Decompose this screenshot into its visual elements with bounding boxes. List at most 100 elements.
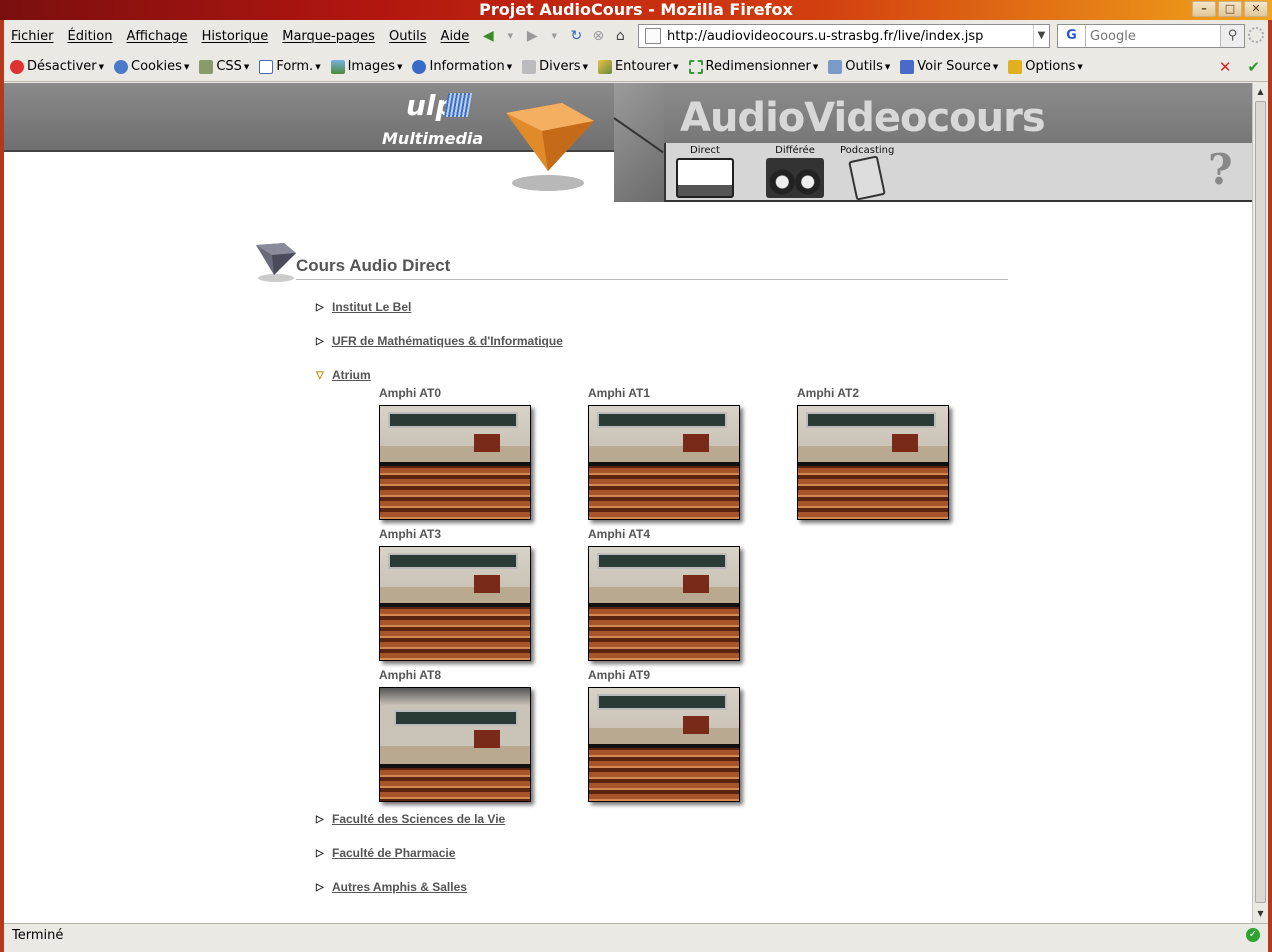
tb-images[interactable]: Images ▼ xyxy=(330,59,402,74)
home-icon[interactable]: ⌂ xyxy=(610,26,630,46)
link-pharmacie[interactable]: Faculté de Pharmacie xyxy=(332,846,455,860)
search-input[interactable] xyxy=(1086,28,1206,44)
tb-information-label: Information xyxy=(429,59,505,74)
status-ok-icon: ✓ xyxy=(1246,928,1260,942)
link-sciences-vie[interactable]: Faculté des Sciences de la Vie xyxy=(332,812,505,826)
tb-entourer[interactable]: Entourer ▼ xyxy=(597,59,679,74)
url-text[interactable]: http://audiovideocours.u-strasbg.fr/live… xyxy=(667,29,983,44)
menu-historique[interactable]: Historique xyxy=(195,29,276,44)
tb-css-label: CSS xyxy=(216,59,242,74)
search-box[interactable]: G ⚲ xyxy=(1057,24,1245,48)
nav-direct[interactable]: Direct xyxy=(676,145,734,198)
tb-divers[interactable]: Divers ▼ xyxy=(522,59,588,74)
collapsed-triangle-icon: ▷ xyxy=(316,335,324,347)
entry-atrium[interactable]: ▽ Atrium xyxy=(316,368,371,382)
camera-thumbnail[interactable] xyxy=(588,546,740,661)
tb-forms[interactable]: Form. ▼ xyxy=(259,59,321,74)
amphi-at0[interactable]: Amphi AT0 xyxy=(379,386,531,520)
status-bar: Terminé ✓ xyxy=(4,923,1268,948)
logo-square-icon xyxy=(443,93,473,117)
tb-forms-label: Form. xyxy=(276,59,314,74)
google-engine-icon[interactable]: G xyxy=(1058,25,1086,47)
forward-history-caret-icon[interactable]: ▼ xyxy=(544,26,564,46)
entry-sciences-vie[interactable]: ▷ Faculté des Sciences de la Vie xyxy=(316,812,505,826)
tb-cookies[interactable]: Cookies ▼ xyxy=(114,59,189,74)
entry-autres-amphis[interactable]: ▷ Autres Amphis & Salles xyxy=(316,880,467,894)
forward-arrow-icon[interactable]: ▶ xyxy=(522,26,542,46)
amphi-at2[interactable]: Amphi AT2 xyxy=(797,386,949,520)
tb-voir-source[interactable]: Voir Source ▼ xyxy=(900,59,998,74)
scrollbar-thumb[interactable] xyxy=(1255,101,1266,903)
amphi-at4[interactable]: Amphi AT4 xyxy=(588,527,740,661)
close-window-button[interactable]: ✕ xyxy=(1244,1,1268,17)
tools-wrench-icon xyxy=(828,59,843,74)
error-close-icon[interactable]: ✕ xyxy=(1219,58,1232,76)
entry-pharmacie[interactable]: ▷ Faculté de Pharmacie xyxy=(316,846,455,860)
scroll-down-icon[interactable]: ▼ xyxy=(1254,907,1267,921)
tb-redimensionner[interactable]: Redimensionner ▼ xyxy=(688,59,818,74)
nav-differee[interactable]: Différée xyxy=(766,145,824,198)
webdeveloper-toolbar: Désactiver ▼ Cookies ▼ CSS ▼ Form. ▼ Images ▼… xyxy=(4,52,1268,82)
maximize-button[interactable]: □ xyxy=(1218,1,1242,17)
menu-affichage[interactable]: Affichage xyxy=(119,29,194,44)
entry-ufr-maths[interactable]: ▷ UFR de Mathématiques & d'Informatique xyxy=(316,334,563,348)
amphi-label: Amphi AT2 xyxy=(797,386,859,400)
link-atrium[interactable]: Atrium xyxy=(332,368,371,382)
url-bar[interactable]: http://audiovideocours.u-strasbg.fr/live… xyxy=(638,24,1050,48)
orange-pyramid-icon xyxy=(506,103,594,191)
nav-direct-label: Direct xyxy=(690,145,720,156)
form-icon xyxy=(259,59,274,74)
amphi-at9[interactable]: Amphi AT9 xyxy=(588,668,740,802)
menu-outils[interactable]: Outils xyxy=(382,29,434,44)
tb-images-label: Images xyxy=(347,59,396,74)
back-history-caret-icon[interactable]: ▼ xyxy=(500,26,520,46)
camera-thumbnail[interactable] xyxy=(588,405,740,520)
help-icon[interactable]: ? xyxy=(1208,145,1233,194)
options-key-icon xyxy=(1008,59,1023,74)
url-dropdown-icon[interactable]: ▼ xyxy=(1033,25,1049,47)
ulp-multimedia-logo[interactable]: ulp Multimedia xyxy=(376,89,483,149)
tb-outils[interactable]: Outils ▼ xyxy=(828,59,890,74)
expanded-triangle-icon: ▽ xyxy=(316,369,324,381)
link-ufr-maths[interactable]: UFR de Mathématiques & d'Informatique xyxy=(332,334,563,348)
entry-institut-le-bel[interactable]: ▷ Institut Le Bel xyxy=(316,300,411,314)
tb-desactiver-label: Désactiver xyxy=(27,59,97,74)
link-autres-amphis[interactable]: Autres Amphis & Salles xyxy=(332,880,467,894)
amphi-at3[interactable]: Amphi AT3 xyxy=(379,527,531,661)
camera-thumbnail[interactable] xyxy=(379,546,531,661)
tape-reels-icon xyxy=(766,158,824,198)
view-source-icon xyxy=(900,59,915,74)
menu-fichier[interactable]: Fichier xyxy=(4,29,61,44)
camera-thumbnail[interactable] xyxy=(588,687,740,802)
camera-thumbnail[interactable] xyxy=(797,405,949,520)
tb-css[interactable]: CSS ▼ xyxy=(199,59,249,74)
nav-podcasting[interactable]: Podcasting xyxy=(840,145,894,201)
title-bar: Projet AudioCours - Mozilla Firefox – □ … xyxy=(0,0,1272,20)
scroll-up-icon[interactable]: ▲ xyxy=(1254,85,1267,99)
amphi-label: Amphi AT0 xyxy=(379,386,441,400)
section-divider xyxy=(296,279,1008,280)
amphi-at8[interactable]: Amphi AT8 xyxy=(379,668,531,802)
camera-thumbnail[interactable] xyxy=(379,405,531,520)
tb-options[interactable]: Options ▼ xyxy=(1008,59,1083,74)
validation-ok-icon[interactable]: ✔ xyxy=(1247,58,1260,76)
tb-desactiver[interactable]: Désactiver ▼ xyxy=(10,59,104,74)
menu-marque-pages[interactable]: Marque-pages xyxy=(275,29,382,44)
stop-icon[interactable]: ⊗ xyxy=(588,26,608,46)
tb-information[interactable]: Information ▼ xyxy=(412,59,512,74)
camera-thumbnail[interactable] xyxy=(379,687,531,802)
back-arrow-icon[interactable]: ◀ xyxy=(478,26,498,46)
menu-edition[interactable]: Édition xyxy=(61,29,120,44)
tb-voir-source-label: Voir Source xyxy=(917,59,991,74)
tb-options-label: Options xyxy=(1025,59,1076,74)
tb-divers-label: Divers xyxy=(539,59,581,74)
link-institut-le-bel[interactable]: Institut Le Bel xyxy=(332,300,411,314)
search-icon[interactable]: ⚲ xyxy=(1220,25,1244,47)
info-icon xyxy=(412,59,427,74)
reload-icon[interactable]: ↻ xyxy=(566,26,586,46)
menu-aide[interactable]: Aide xyxy=(434,29,477,44)
minimize-button[interactable]: – xyxy=(1192,1,1216,17)
vertical-scrollbar[interactable]: ▲ ▼ xyxy=(1252,83,1268,923)
activity-throbber-icon xyxy=(1248,27,1264,43)
amphi-at1[interactable]: Amphi AT1 xyxy=(588,386,740,520)
